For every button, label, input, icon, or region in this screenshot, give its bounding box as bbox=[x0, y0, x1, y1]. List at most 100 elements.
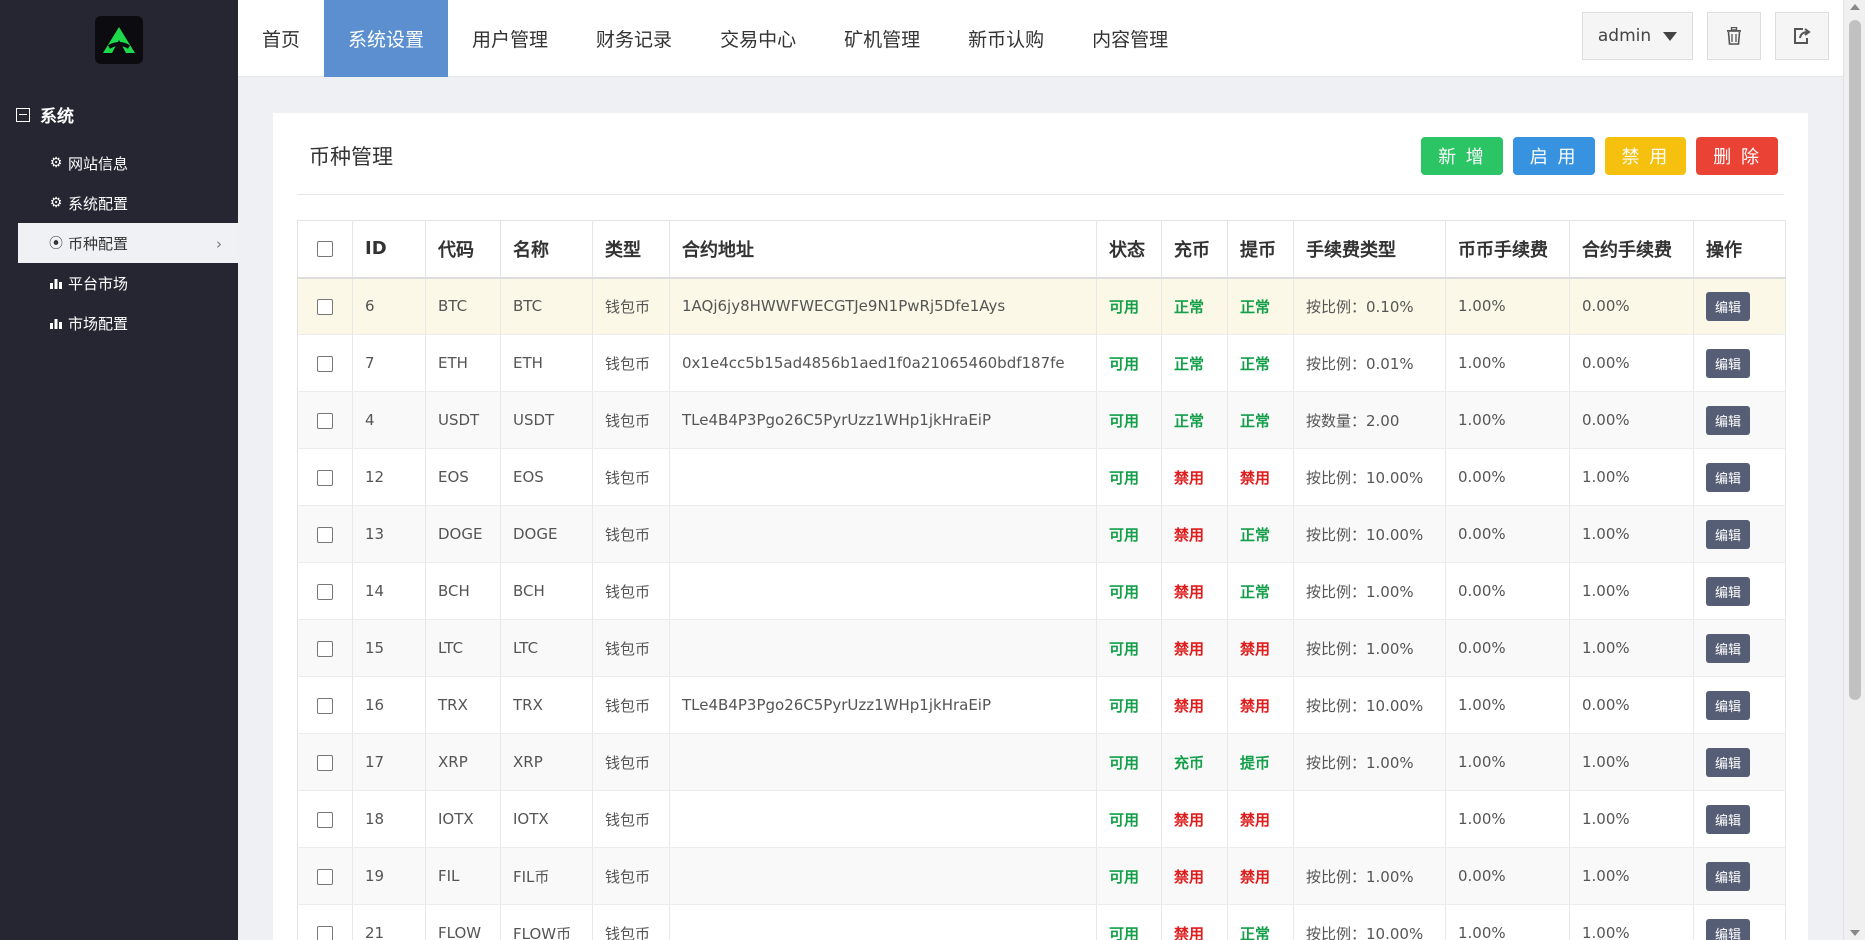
row-checkbox[interactable] bbox=[317, 811, 333, 828]
row-checkbox[interactable] bbox=[317, 412, 333, 429]
row-checkbox[interactable] bbox=[317, 640, 333, 657]
cell-withdraw: 禁用 bbox=[1227, 448, 1294, 506]
cell-withdraw: 正常 bbox=[1227, 904, 1294, 940]
row-checkbox[interactable] bbox=[317, 868, 333, 885]
edit-button[interactable]: 编辑 bbox=[1706, 747, 1751, 777]
cell-type: 钱包币 bbox=[592, 733, 670, 791]
row-checkbox[interactable] bbox=[317, 298, 333, 315]
sidebar-item-market-config[interactable]: 市场配置 bbox=[18, 303, 238, 343]
table-row[interactable]: 16 TRX TRX 钱包币 TLe4B4P3Pgo26C5PyrUzz1WHp1jkH… bbox=[297, 676, 1786, 734]
cell-fee-type: 按比例：10.00% bbox=[1293, 448, 1446, 506]
logout-button[interactable] bbox=[1775, 12, 1829, 60]
add-button[interactable]: 新 增 bbox=[1421, 137, 1503, 175]
edit-button[interactable]: 编辑 bbox=[1706, 690, 1751, 720]
row-actions-cell: 编辑 bbox=[1693, 733, 1786, 791]
edit-button[interactable]: 编辑 bbox=[1706, 918, 1751, 940]
table-row[interactable]: 15 LTC LTC 钱包币 可用 禁用 禁用 按比例：1.00% 0.00% 1.00% 编辑 bbox=[297, 619, 1786, 677]
cell-name: BCH bbox=[500, 562, 593, 620]
sidebar-item-system-config[interactable]: ⚙ 系统配置 bbox=[18, 183, 238, 223]
sidebar-section-system[interactable]: 系统 bbox=[16, 102, 74, 127]
logo[interactable] bbox=[95, 16, 143, 64]
row-select-cell bbox=[297, 733, 353, 791]
row-checkbox[interactable] bbox=[317, 526, 333, 543]
sidebar-item-label: 币种配置 bbox=[68, 234, 129, 253]
disable-button[interactable]: 禁 用 bbox=[1604, 137, 1687, 175]
scroll-down-icon[interactable] bbox=[1850, 930, 1860, 936]
row-actions-cell: 编辑 bbox=[1693, 790, 1786, 848]
sidebar-item-site-info[interactable]: ⚙ 网站信息 bbox=[18, 143, 238, 183]
sidebar: 系统 ⚙ 网站信息 ⚙ 系统配置 ⦿ 币种配置 › 平台市场 市场配置 bbox=[0, 0, 238, 940]
enable-button[interactable]: 启 用 bbox=[1512, 137, 1595, 175]
tab-trading-center[interactable]: 交易中心 bbox=[696, 0, 820, 77]
row-checkbox[interactable] bbox=[317, 754, 333, 771]
cell-status: 可用 bbox=[1096, 790, 1162, 848]
table-row[interactable]: 19 FIL FIL币 钱包币 可用 禁用 禁用 按比例：1.00% 0.00% 1.00% 编辑 bbox=[297, 847, 1786, 905]
sidebar-item-platform-market[interactable]: 平台市场 bbox=[18, 263, 238, 303]
sidebar-menu: ⚙ 网站信息 ⚙ 系统配置 ⦿ 币种配置 › 平台市场 市场配置 bbox=[18, 143, 238, 343]
table-row[interactable]: 4 USDT USDT 钱包币 TLe4B4P3Pgo26C5PyrUzz1WHp1jk… bbox=[297, 391, 1786, 449]
user-menu-button[interactable]: admin bbox=[1582, 12, 1693, 60]
logo-icon bbox=[103, 27, 135, 53]
row-checkbox[interactable] bbox=[317, 469, 333, 486]
row-select-cell bbox=[297, 562, 353, 620]
select-all-checkbox[interactable] bbox=[317, 241, 333, 258]
page-scrollbar[interactable] bbox=[1843, 0, 1865, 940]
table-row[interactable]: 7 ETH ETH 钱包币 0x1e4cc5b15ad4856b1aed1f0a2106… bbox=[297, 334, 1786, 392]
tab-finance-records[interactable]: 财务记录 bbox=[572, 0, 696, 77]
tab-system-settings[interactable]: 系统设置 bbox=[324, 0, 449, 77]
col-actions: 操作 bbox=[1693, 220, 1786, 279]
cell-status: 可用 bbox=[1096, 391, 1162, 449]
edit-button[interactable]: 编辑 bbox=[1706, 861, 1751, 891]
edit-button[interactable]: 编辑 bbox=[1706, 804, 1751, 834]
cell-spot-fee: 1.00% bbox=[1445, 334, 1570, 392]
cell-contract-address bbox=[669, 790, 1097, 848]
edit-button[interactable]: 编辑 bbox=[1706, 348, 1751, 378]
tab-content-management[interactable]: 内容管理 bbox=[1068, 0, 1192, 77]
table-row[interactable]: 6 BTC BTC 钱包币 1AQj6jy8HWWFWECGTJe9N1PwRj5Dfe… bbox=[297, 277, 1786, 335]
edit-button[interactable]: 编辑 bbox=[1706, 576, 1751, 606]
delete-button[interactable]: 删 除 bbox=[1696, 137, 1778, 175]
table-row[interactable]: 12 EOS EOS 钱包币 可用 禁用 禁用 按比例：10.00% 0.00% 1.00% 编辑 bbox=[297, 448, 1786, 506]
cell-code: LTC bbox=[425, 619, 501, 677]
cell-id: 4 bbox=[352, 391, 426, 449]
edit-button[interactable]: 编辑 bbox=[1706, 633, 1751, 663]
tab-home[interactable]: 首页 bbox=[238, 0, 324, 77]
cell-deposit: 禁用 bbox=[1161, 505, 1228, 563]
cell-code: ETH bbox=[425, 334, 501, 392]
col-withdraw: 提币 bbox=[1227, 220, 1294, 279]
cell-contract-fee: 1.00% bbox=[1569, 619, 1694, 677]
cell-code: IOTX bbox=[425, 790, 501, 848]
sidebar-item-coin-config[interactable]: ⦿ 币种配置 › bbox=[18, 223, 238, 263]
table-row[interactable]: 18 IOTX IOTX 钱包币 可用 禁用 禁用 1.00% 1.00% 编辑 bbox=[297, 790, 1786, 848]
tab-miner-management[interactable]: 矿机管理 bbox=[820, 0, 944, 77]
row-checkbox[interactable] bbox=[317, 355, 333, 372]
edit-button[interactable]: 编辑 bbox=[1706, 405, 1751, 435]
scroll-thumb[interactable] bbox=[1849, 20, 1861, 700]
table-row[interactable]: 14 BCH BCH 钱包币 可用 禁用 正常 按比例：1.00% 0.00% 1.00% 编辑 bbox=[297, 562, 1786, 620]
cell-fee-type: 按比例：1.00% bbox=[1293, 562, 1446, 620]
scroll-up-icon[interactable] bbox=[1850, 4, 1860, 10]
table-row[interactable]: 13 DOGE DOGE 钱包币 可用 禁用 正常 按比例：10.00% 0.00% 1.00% 编… bbox=[297, 505, 1786, 563]
cell-name: LTC bbox=[500, 619, 593, 677]
row-checkbox[interactable] bbox=[317, 697, 333, 714]
cell-status: 可用 bbox=[1096, 733, 1162, 791]
tab-new-coin-subscription[interactable]: 新币认购 bbox=[944, 0, 1068, 77]
row-checkbox[interactable] bbox=[317, 583, 333, 600]
cell-spot-fee: 1.00% bbox=[1445, 676, 1570, 734]
table-row[interactable]: 17 XRP XRP 钱包币 可用 充币 提币 按比例：1.00% 1.00% 1.00% 编辑 bbox=[297, 733, 1786, 791]
edit-button[interactable]: 编辑 bbox=[1706, 291, 1751, 321]
tab-user-management[interactable]: 用户管理 bbox=[448, 0, 572, 77]
cell-deposit: 禁用 bbox=[1161, 619, 1228, 677]
cell-withdraw: 禁用 bbox=[1227, 790, 1294, 848]
row-select-cell bbox=[297, 619, 353, 677]
col-deposit: 充币 bbox=[1161, 220, 1228, 279]
clear-cache-button[interactable] bbox=[1707, 12, 1761, 60]
edit-button[interactable]: 编辑 bbox=[1706, 519, 1751, 549]
cell-id: 13 bbox=[352, 505, 426, 563]
table-row[interactable]: 21 FLOW FLOW币 钱包币 可用 禁用 正常 按比例：10.00% 1.00% 1.00%… bbox=[297, 904, 1786, 940]
edit-button[interactable]: 编辑 bbox=[1706, 462, 1751, 492]
page-title: 币种管理 bbox=[309, 145, 393, 169]
cell-contract-fee: 0.00% bbox=[1569, 676, 1694, 734]
collapse-icon[interactable] bbox=[16, 107, 30, 122]
row-checkbox[interactable] bbox=[317, 925, 333, 940]
